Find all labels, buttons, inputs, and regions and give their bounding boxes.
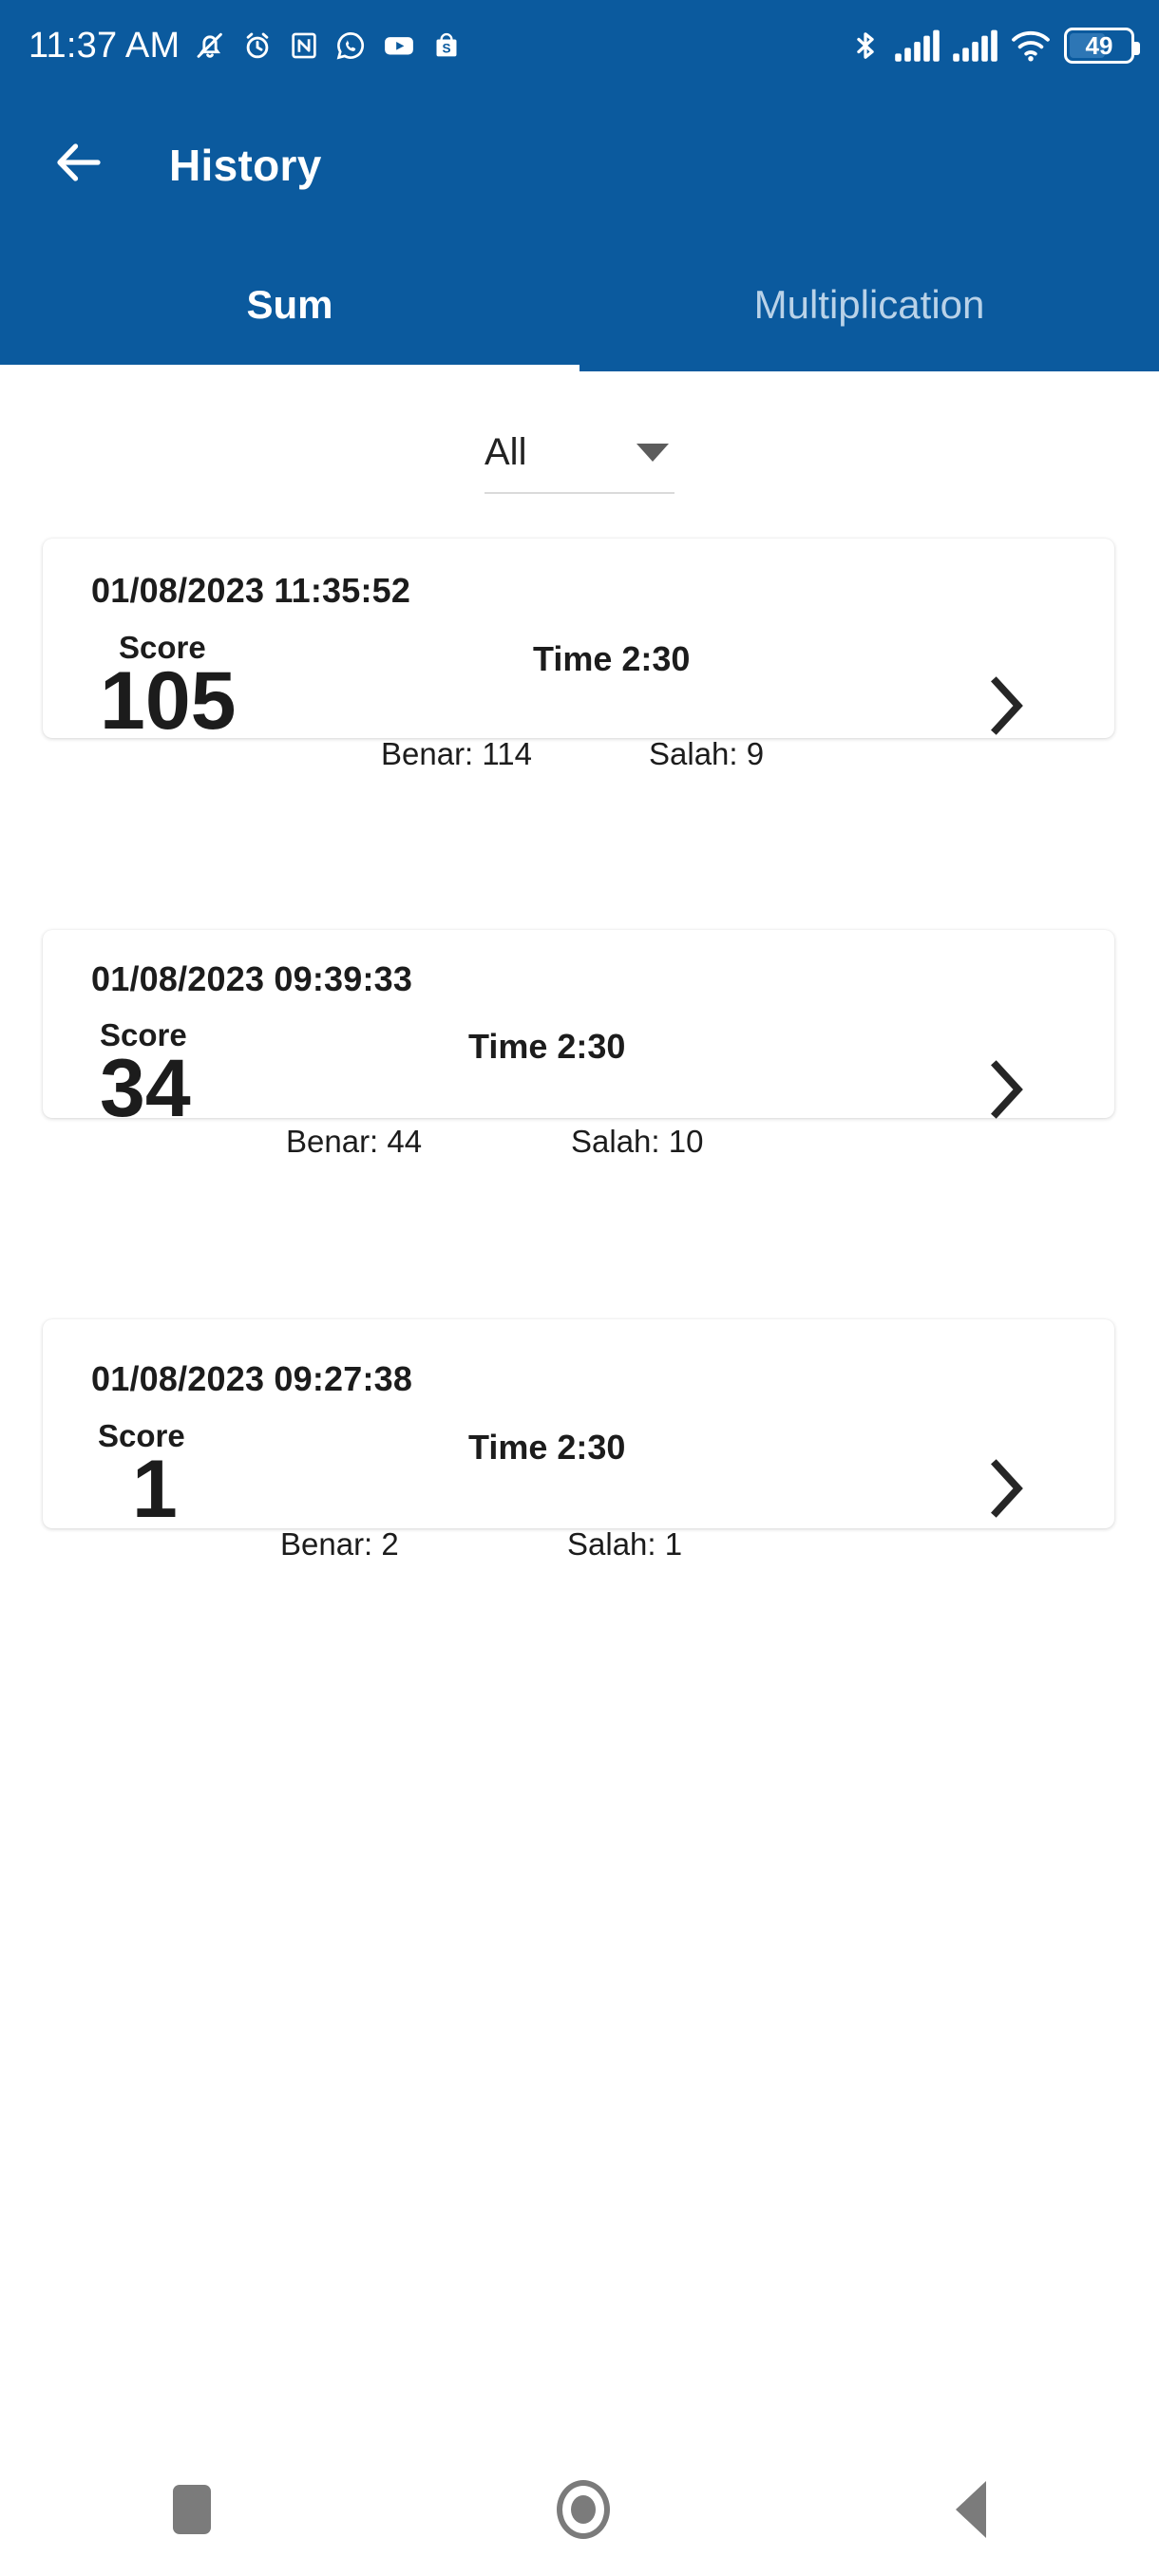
battery-level: 49 bbox=[1085, 31, 1113, 60]
battery-icon: 49 bbox=[1064, 28, 1140, 64]
history-card[interactable]: 01/08/2023 09:27:38 Score 1 Time 2:30 Be… bbox=[43, 1319, 1114, 1562]
circle-home-icon[interactable] bbox=[557, 2480, 610, 2539]
signal-bars-2-icon bbox=[952, 28, 998, 63]
wifi-icon bbox=[1010, 28, 1052, 63]
history-card-wrong: Salah: 1 bbox=[567, 1526, 683, 1562]
square-recents-icon[interactable] bbox=[173, 2485, 211, 2534]
history-card-datetime: 01/08/2023 11:35:52 bbox=[91, 571, 411, 610]
tab-multiplication[interactable]: Multiplication bbox=[580, 238, 1159, 371]
system-nav-bar bbox=[0, 2443, 1159, 2576]
bluetooth-icon bbox=[849, 28, 882, 64]
main-content: All 01/08/2023 11:35:52 Score 105 Time 2… bbox=[0, 371, 1159, 2443]
phone-screen: 11:37 AM S 49 History Sum Multiplication… bbox=[0, 0, 1159, 2576]
status-bar-right: 49 bbox=[849, 28, 1140, 64]
bell-silent-icon bbox=[193, 28, 227, 63]
svg-text:S: S bbox=[443, 42, 451, 56]
history-card-correct: Benar: 114 bbox=[381, 736, 533, 771]
chevron-right-icon[interactable] bbox=[981, 1454, 1031, 1527]
whatsapp-icon bbox=[333, 28, 368, 63]
filter-dropdown-value: All bbox=[484, 430, 527, 473]
status-bar-clock: 11:37 AM bbox=[28, 26, 180, 66]
youtube-icon bbox=[381, 28, 417, 64]
back-button[interactable] bbox=[48, 134, 110, 197]
tab-sum-label: Sum bbox=[246, 282, 333, 327]
status-bar-left: 11:37 AM S bbox=[28, 28, 463, 64]
history-card-score-value: 105 bbox=[100, 655, 237, 747]
chevron-right-icon[interactable] bbox=[981, 1055, 1031, 1128]
history-card-time: Time 2:30 bbox=[468, 1027, 626, 1066]
history-card-datetime: 01/08/2023 09:27:38 bbox=[91, 1359, 413, 1398]
chevron-down-icon bbox=[636, 443, 669, 462]
arrow-left-icon bbox=[50, 134, 107, 196]
history-card-correct: Benar: 44 bbox=[286, 1124, 423, 1159]
history-card-wrong: Salah: 9 bbox=[649, 736, 765, 771]
history-card-score-value: 34 bbox=[100, 1043, 191, 1134]
filter-dropdown[interactable]: All bbox=[484, 422, 674, 483]
chevron-right-icon[interactable] bbox=[981, 672, 1031, 745]
history-card-score-value: 1 bbox=[132, 1444, 178, 1535]
history-card-wrong: Salah: 10 bbox=[571, 1124, 704, 1159]
tab-active-indicator bbox=[0, 365, 580, 371]
tab-multiplication-label: Multiplication bbox=[753, 282, 985, 327]
tab-sum[interactable]: Sum bbox=[0, 238, 580, 371]
app-bar: History bbox=[0, 91, 1159, 238]
history-card-correct: Benar: 2 bbox=[280, 1526, 399, 1562]
history-card-time: Time 2:30 bbox=[533, 639, 691, 678]
shopee-icon: S bbox=[430, 29, 463, 62]
page-title: History bbox=[169, 140, 322, 190]
triangle-back-icon[interactable] bbox=[956, 2481, 986, 2538]
status-bar: 11:37 AM S 49 bbox=[0, 0, 1159, 91]
signal-bars-icon bbox=[894, 28, 940, 63]
history-card[interactable]: 01/08/2023 11:35:52 Score 105 Time 2:30 … bbox=[43, 539, 1114, 771]
history-card[interactable]: 01/08/2023 09:39:33 Score 34 Time 2:30 B… bbox=[43, 930, 1114, 1159]
nfc-icon bbox=[288, 29, 320, 62]
filter-dropdown-wrap: All bbox=[484, 422, 674, 494]
history-card-datetime: 01/08/2023 09:39:33 bbox=[91, 959, 413, 998]
alarm-clock-icon bbox=[240, 28, 275, 63]
history-card-time: Time 2:30 bbox=[468, 1428, 626, 1467]
tab-bar: Sum Multiplication bbox=[0, 238, 1159, 371]
filter-dropdown-underline bbox=[484, 492, 674, 494]
